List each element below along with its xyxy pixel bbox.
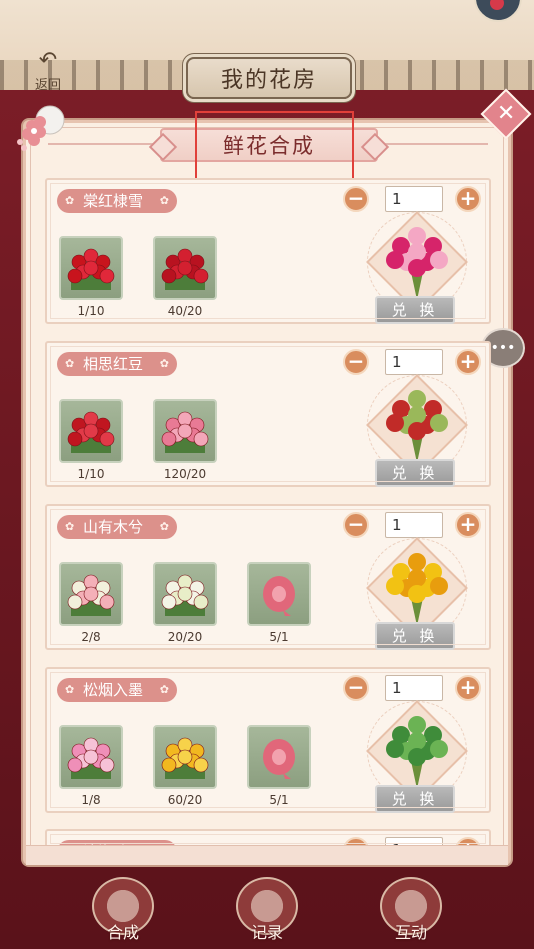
quantity-stepper: −+: [343, 182, 481, 212]
increase-button[interactable]: +: [455, 675, 481, 701]
recipe-card: ✿山有木兮✿−+2/820/205/1兑 换: [45, 504, 491, 650]
ingredient-count: 5/1: [269, 630, 289, 644]
quantity-stepper: −+: [343, 508, 481, 538]
red-rose-bush-icon[interactable]: [153, 236, 217, 300]
red-rose-bouquet-icon[interactable]: [59, 236, 123, 300]
nav-label: 合成: [106, 923, 139, 942]
exchange-button[interactable]: 兑 换: [375, 622, 455, 650]
header-divider-left: [48, 143, 158, 145]
quantity-field[interactable]: [385, 186, 443, 212]
pink-flower-bush-icon[interactable]: [153, 399, 217, 463]
page-title: 我的花房: [186, 57, 352, 99]
star-icon: ✿: [65, 520, 75, 533]
decrease-button[interactable]: −: [343, 349, 369, 375]
white-lily-icon[interactable]: [153, 562, 217, 626]
exchange-button[interactable]: 兑 换: [375, 459, 455, 487]
nav-interact[interactable]: 互动: [374, 877, 448, 949]
back-button[interactable]: ↶ 返回: [24, 50, 72, 96]
recipe-name-text: 相思红豆: [83, 355, 144, 373]
recipe-name: ✿ 相思红豆 ✿: [57, 352, 177, 376]
star-icon: ✿: [159, 194, 169, 207]
panel-footer: [26, 845, 508, 865]
star-icon: ✿: [65, 357, 75, 370]
back-arrow-icon: ↶: [38, 48, 58, 73]
panel-title: 鲜花合成: [160, 128, 378, 162]
back-label: 返回: [34, 78, 61, 93]
recipe-name: ✿ 山有木兮 ✿: [57, 515, 177, 539]
close-icon: ✕: [496, 101, 516, 126]
increase-button[interactable]: +: [455, 512, 481, 538]
header-divider-right: [378, 143, 488, 145]
ingredient-count: 120/20: [163, 467, 207, 481]
decrease-button[interactable]: −: [343, 675, 369, 701]
ingredient-count: 5/1: [269, 793, 289, 807]
ingredient-count: 1/10: [77, 304, 105, 318]
increase-button[interactable]: +: [455, 186, 481, 212]
exchange-button[interactable]: 兑 换: [375, 296, 455, 324]
recipe-name: ✿ 棠红棣雪 ✿: [57, 189, 177, 213]
star-icon: ✿: [159, 520, 169, 533]
ingredient-count: 20/20: [167, 630, 203, 644]
increase-button[interactable]: +: [455, 349, 481, 375]
sunflower-icon[interactable]: [153, 725, 217, 789]
decrease-button[interactable]: −: [343, 186, 369, 212]
recipe-card: ✿相思红豆✿−+1/10120/20兑 换: [45, 341, 491, 487]
quantity-field[interactable]: [385, 512, 443, 538]
ingredient-count: 60/20: [167, 793, 203, 807]
star-icon: ✿: [65, 683, 75, 696]
decrease-button[interactable]: −: [343, 512, 369, 538]
star-icon: ✿: [159, 357, 169, 370]
quantity-stepper: −+: [343, 671, 481, 701]
ingredient-count: 40/20: [167, 304, 203, 318]
ribbon-roll-icon[interactable]: [247, 562, 311, 626]
chat-icon: •••: [490, 340, 516, 356]
recipe-card: ✿松烟入墨✿−+1/860/205/1兑 换: [45, 667, 491, 813]
pink-gerbera-icon[interactable]: [59, 725, 123, 789]
ingredient-count: 2/8: [81, 630, 101, 644]
star-icon: ✿: [159, 683, 169, 696]
ingredient-count: 1/10: [77, 467, 105, 481]
quantity-field[interactable]: [385, 349, 443, 375]
recipe-name: ✿ 松烟入墨 ✿: [57, 678, 177, 702]
quantity-stepper: −+: [343, 345, 481, 375]
recipe-name-text: 棠红棣雪: [83, 192, 144, 210]
nav-synthesize[interactable]: 合成: [86, 877, 160, 949]
recipe-name-text: 山有木兮: [83, 518, 144, 536]
nav-label: 记录: [250, 923, 283, 942]
nav-records[interactable]: 记录: [230, 877, 304, 949]
quantity-field[interactable]: [385, 675, 443, 701]
exchange-button[interactable]: 兑 换: [375, 785, 455, 813]
star-icon: ✿: [65, 194, 75, 207]
recipe-card: ✿棠红棣雪✿−+1/1040/20兑 换: [45, 178, 491, 324]
red-rose-cluster-icon[interactable]: [59, 399, 123, 463]
lily-bouquet-icon[interactable]: [59, 562, 123, 626]
recipe-name-text: 松烟入墨: [83, 681, 144, 699]
nav-label: 互动: [394, 923, 427, 942]
ingredient-count: 1/8: [81, 793, 101, 807]
ribbon-roll-icon[interactable]: [247, 725, 311, 789]
